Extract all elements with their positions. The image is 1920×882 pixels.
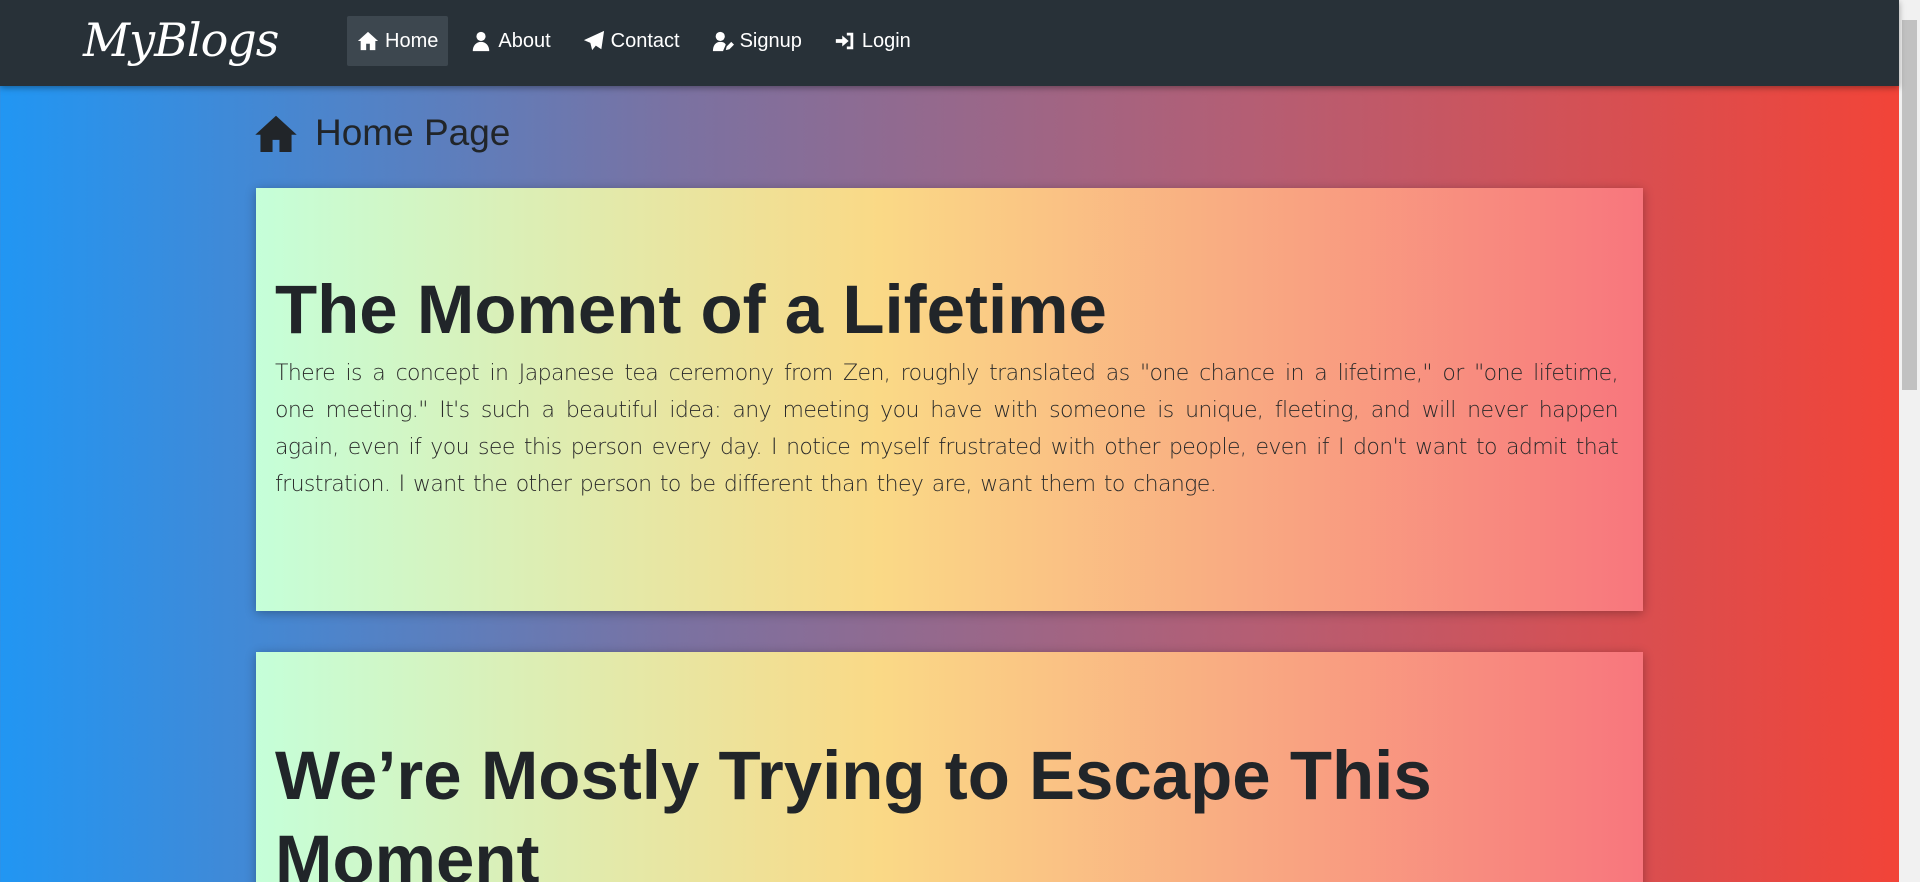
- page-title: Home Page: [255, 112, 510, 154]
- blog-post-card: The Moment of a Lifetime There is a conc…: [256, 188, 1643, 611]
- nav-item-signup[interactable]: Signup: [702, 16, 812, 66]
- user-edit-icon: [712, 31, 734, 52]
- paper-plane-icon: [583, 30, 604, 51]
- page-scrollbar[interactable]: [1899, 0, 1920, 882]
- nav-item-label: Signup: [739, 29, 802, 52]
- nav-item-about[interactable]: About: [460, 16, 560, 66]
- page-title-text: Home Page: [315, 112, 511, 153]
- post-title[interactable]: The Moment of a Lifetime: [275, 188, 1618, 351]
- navbar: MyBlogs Home About Contact Signup Login: [0, 0, 1899, 86]
- nav-item-login[interactable]: Login: [824, 16, 921, 66]
- post-title[interactable]: We’re Mostly Trying to Escape This Momen…: [275, 652, 1618, 882]
- post-body: There is a concept in Japanese tea cerem…: [275, 361, 1619, 497]
- nav-item-contact[interactable]: Contact: [573, 16, 690, 66]
- sign-in-icon: [835, 32, 854, 50]
- nav-item-home[interactable]: Home: [347, 16, 449, 66]
- nav-item-label: Contact: [610, 29, 680, 52]
- home-icon: [255, 115, 297, 152]
- blog-post-card: We’re Mostly Trying to Escape This Momen…: [256, 652, 1643, 882]
- nav-item-label: Home: [385, 29, 439, 52]
- scrollbar-thumb[interactable]: [1902, 20, 1917, 390]
- nav-item-label: Login: [861, 29, 911, 52]
- home-icon: [357, 31, 379, 51]
- nav-item-label: About: [498, 29, 551, 52]
- brand-logo[interactable]: MyBlogs: [83, 10, 279, 70]
- nav-menu: Home About Contact Signup Login: [347, 16, 933, 66]
- user-icon: [473, 31, 490, 52]
